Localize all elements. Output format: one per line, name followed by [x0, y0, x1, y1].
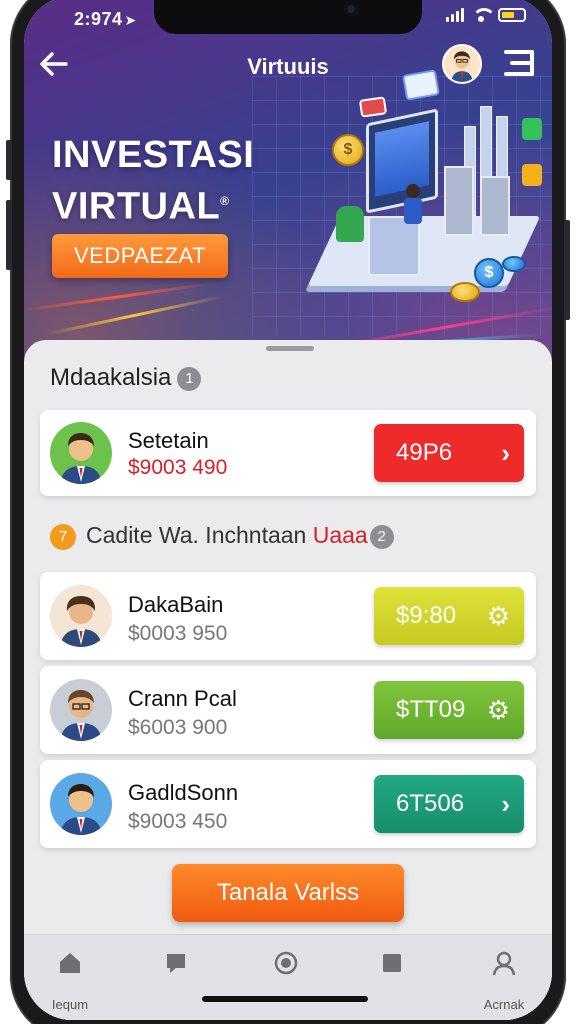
primary-action-button[interactable]: Tanala Varlss — [172, 864, 404, 922]
coin-icon: $ — [474, 258, 504, 288]
monitor-screen — [375, 121, 429, 197]
card-action-label: 49P6 — [396, 439, 453, 466]
subsection-title-main: Cadite Wa. Inchntaan — [86, 522, 307, 548]
hero-title-line2: VIRTUAL® — [52, 178, 254, 230]
server-shape — [480, 176, 510, 236]
status-bar: 2:974 ➤ — [24, 0, 552, 40]
home-indicator[interactable] — [202, 996, 368, 1002]
status-time: 2:974 ➤ — [74, 9, 137, 30]
hero-banner: 2:974 ➤ Virtuuis INVESTASI VIRTUAL® VEDP… — [24, 0, 552, 368]
card-amount: $6003 900 — [128, 716, 228, 739]
person-icon — [50, 422, 112, 484]
person-figure — [406, 184, 420, 198]
avatar — [50, 585, 112, 647]
card-amount: $0003 950 — [128, 622, 228, 645]
home-icon — [60, 953, 80, 973]
tab-profile[interactable]: Acrnak — [474, 949, 534, 1012]
tab-record[interactable] — [256, 949, 316, 997]
check-tile — [522, 118, 542, 140]
tab-bar: Iequm Acrnak — [24, 934, 552, 1020]
hero-cta-button[interactable]: VEDPAEZAT — [52, 234, 228, 278]
card-name: Setetain — [128, 428, 209, 453]
card-amount: $9003 490 — [128, 456, 228, 479]
card-action-button[interactable]: 6T506 › — [374, 775, 524, 833]
profile-icon — [492, 951, 516, 976]
person-icon — [50, 773, 112, 835]
card-name: Crann Pcal — [128, 686, 237, 711]
card-float — [358, 96, 388, 118]
card-action-label: $TT09 — [396, 696, 466, 723]
record-icon — [274, 951, 298, 975]
card-name: GadldSonn — [128, 780, 239, 805]
tab-label: Iequm — [51, 997, 89, 1012]
section-title: Mdaakalsia 1 — [50, 364, 202, 392]
location-arrow-icon: ➤ — [124, 12, 137, 28]
card-float — [402, 69, 440, 101]
monitor-shape — [366, 108, 438, 214]
avatar — [50, 422, 112, 484]
chevron-right-icon: › — [501, 438, 510, 468]
side-button — [564, 220, 570, 320]
subsection-title: 7 Cadite Wa. Inchntaan Uaaa 2 — [50, 522, 394, 550]
card-action-label: $9:80 — [396, 602, 457, 629]
notch — [154, 0, 422, 34]
status-time-text: 2:974 — [74, 9, 123, 29]
avatar — [50, 679, 112, 741]
section-title-text: Mdaakalsia — [50, 364, 172, 391]
registered-mark: ® — [220, 194, 230, 208]
list-item[interactable]: GadldSonn $9003 450 6T506 › — [40, 760, 536, 848]
bottom-sheet: Mdaakalsia 1 Setetain $9003 490 49P6 › 7C… — [24, 340, 552, 1020]
chevron-right-icon: › — [501, 789, 510, 819]
marker-badge: 7 — [50, 524, 76, 550]
hero-title: INVESTASI VIRTUAL® — [52, 132, 254, 230]
side-button — [6, 200, 12, 270]
list-item[interactable]: Crann Pcal $6003 900 $TT09 ⚙ — [40, 666, 536, 754]
desk-shape — [368, 216, 420, 276]
card-action-label: 6T506 — [396, 790, 465, 817]
plant-icon — [336, 206, 364, 242]
light-streak — [24, 282, 214, 313]
chat-icon — [167, 954, 185, 973]
coin-icon — [502, 256, 526, 272]
signal-icon — [446, 8, 464, 22]
camera-icon — [344, 2, 358, 16]
coin-icon: $ — [332, 134, 364, 166]
person-body — [404, 198, 422, 224]
tab-chat[interactable] — [146, 949, 206, 997]
card-action-button[interactable]: $TT09 ⚙ — [374, 681, 524, 739]
card-action-button[interactable]: 49P6 › — [374, 424, 524, 482]
tab-label: Acrnak — [483, 997, 525, 1012]
person-icon — [50, 679, 112, 741]
avatar — [50, 773, 112, 835]
hero-title-line1: INVESTASI — [52, 134, 255, 176]
count-badge: 2 — [369, 525, 394, 549]
wifi-icon — [472, 8, 496, 22]
check-tile — [522, 164, 542, 186]
featured-card[interactable]: Setetain $9003 490 49P6 › — [40, 410, 536, 496]
person-icon — [50, 585, 112, 647]
tab-square[interactable] — [362, 949, 422, 997]
list-item[interactable]: DakaBain $0003 950 $9:80 ⚙ — [40, 572, 536, 660]
gear-icon: ⚙ — [486, 695, 510, 725]
tab-home[interactable]: Iequm — [40, 949, 100, 1012]
hero-title-line2-text: VIRTUAL — [52, 185, 221, 228]
card-name: DakaBain — [128, 592, 224, 617]
battery-icon — [498, 8, 526, 22]
subsection-title-highlight: Uaaa — [312, 522, 368, 548]
investment-illustration: $ $ — [284, 66, 552, 336]
coin-icon — [450, 282, 480, 302]
count-badge: 1 — [177, 367, 202, 391]
side-button — [6, 140, 12, 180]
sheet-grabber[interactable] — [266, 346, 314, 351]
screen: 2:974 ➤ Virtuuis INVESTASI VIRTUAL® VEDP… — [24, 0, 552, 1020]
square-icon — [383, 954, 401, 972]
status-icons — [446, 8, 526, 22]
card-action-button[interactable]: $9:80 ⚙ — [374, 587, 524, 645]
card-amount: $9003 450 — [128, 810, 228, 833]
server-shape — [444, 166, 474, 236]
gear-icon: ⚙ — [486, 601, 510, 631]
